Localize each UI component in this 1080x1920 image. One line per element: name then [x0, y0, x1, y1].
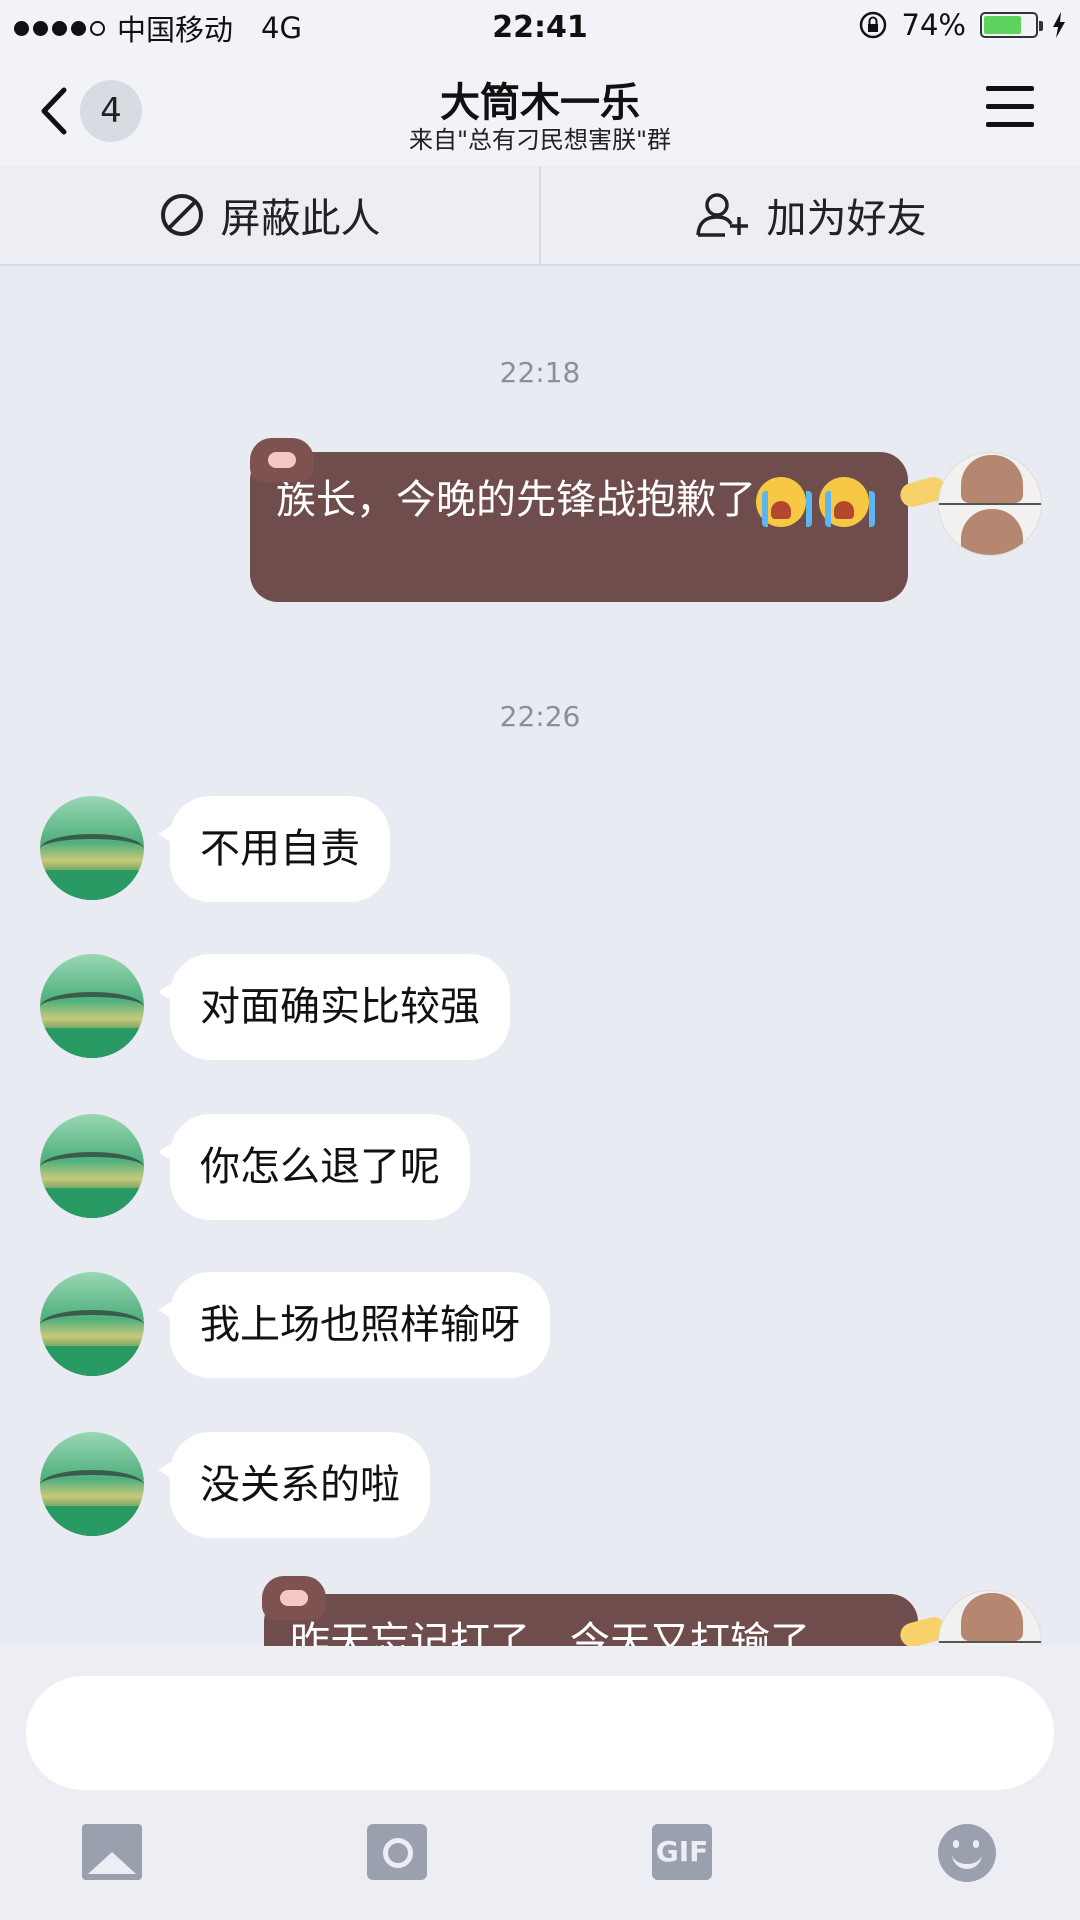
unread-count-badge: 4: [80, 80, 142, 142]
charging-icon: [1053, 12, 1065, 38]
message-timestamp: 22:18: [499, 356, 581, 389]
incoming-message-bubble[interactable]: 没关系的啦: [158, 1432, 430, 1538]
input-area: GIF: [0, 1646, 1080, 1920]
camera-icon[interactable]: [367, 1824, 427, 1880]
outgoing-message-bubble[interactable]: 族长，今晚的先锋战抱歉了: [250, 452, 908, 602]
outgoing-message-bubble[interactable]: 昨天忘记打了，今天又打输了: [264, 1594, 918, 1646]
message-text: 族长，今晚的先锋战抱歉了: [276, 477, 756, 523]
add-friend-button[interactable]: 加为好友: [539, 166, 1080, 264]
add-friend-icon: [695, 193, 748, 237]
battery-icon: [980, 12, 1043, 38]
incoming-message-bubble[interactable]: 你怎么退了呢: [158, 1114, 470, 1220]
my-avatar[interactable]: [938, 1590, 1042, 1646]
block-user-button[interactable]: 屏蔽此人: [0, 166, 539, 264]
rotation-lock-icon: [859, 11, 886, 39]
message-timestamp: 22:26: [499, 700, 581, 733]
status-bar: 中国移动 4G 22:41 74%: [0, 0, 1080, 56]
add-friend-label: 加为好友: [766, 196, 927, 242]
contact-avatar[interactable]: [40, 1114, 144, 1218]
crying-emoji-icon: [818, 477, 875, 527]
block-user-label: 屏蔽此人: [220, 196, 381, 242]
emoji-icon[interactable]: [938, 1824, 996, 1882]
chevron-left-icon: [41, 87, 67, 135]
back-button[interactable]: 4: [38, 78, 148, 144]
action-bar: 屏蔽此人 加为好友: [0, 166, 1080, 266]
photo-album-icon[interactable]: [82, 1824, 142, 1880]
chat-message-list[interactable]: 22:18 族长，今晚的先锋战抱歉了 22:26 不用自责 对面确实比较强 你怎…: [0, 268, 1080, 1646]
menu-button[interactable]: [986, 86, 1034, 132]
bubble-pig-decoration-icon: [262, 1576, 326, 1620]
block-icon: [160, 194, 203, 236]
chat-subtitle: 来自"总有刁民想害朕"群: [408, 126, 672, 154]
menu-icon: [986, 86, 1034, 91]
battery-percent: 74%: [901, 8, 966, 42]
contact-avatar[interactable]: [40, 1272, 144, 1376]
contact-avatar[interactable]: [40, 954, 144, 1058]
my-avatar[interactable]: [938, 452, 1042, 556]
contact-avatar[interactable]: [40, 796, 144, 900]
bubble-pig-decoration-icon: [250, 438, 314, 482]
nav-bar: 4 大筒木一乐 来自"总有刁民想害朕"群: [0, 56, 1080, 166]
message-text: 昨天忘记打了，今天又打输了: [290, 1619, 810, 1646]
message-input[interactable]: [26, 1676, 1054, 1790]
gif-icon[interactable]: GIF: [652, 1824, 712, 1880]
incoming-message-bubble[interactable]: 对面确实比较强: [158, 954, 510, 1060]
contact-avatar[interactable]: [40, 1432, 144, 1536]
crying-emoji-icon: [756, 477, 812, 527]
incoming-message-bubble[interactable]: 我上场也照样输呀: [158, 1272, 550, 1378]
incoming-message-bubble[interactable]: 不用自责: [158, 796, 390, 902]
